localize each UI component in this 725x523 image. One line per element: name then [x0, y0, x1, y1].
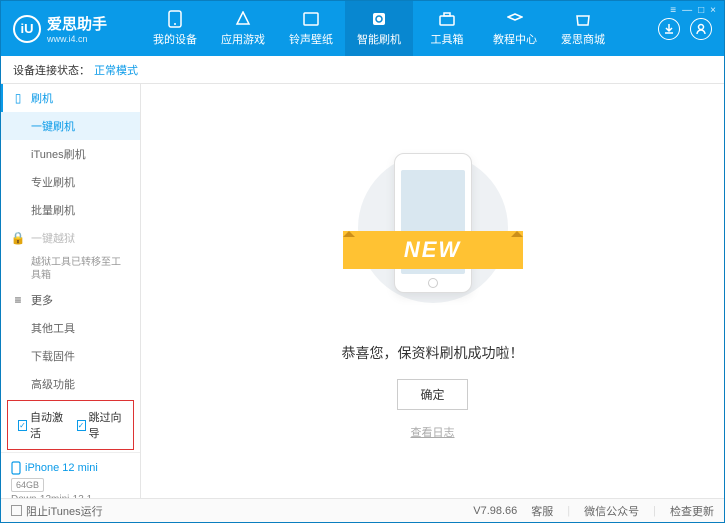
sidebar: ▯ 刷机 一键刷机 iTunes刷机 专业刷机 批量刷机 🔒 一键越狱 越狱工具…: [1, 84, 141, 498]
separator: |: [653, 505, 656, 517]
wechat-link[interactable]: 微信公众号: [584, 503, 639, 519]
content-area: NEW 恭喜您，保资料刷机成功啦！ 确定 查看日志: [141, 84, 724, 498]
tab-label: 教程中心: [493, 31, 537, 47]
logo-icon: iU: [13, 15, 41, 43]
sidebar-item-pro[interactable]: 专业刷机: [1, 168, 140, 196]
nav-tabs: 我的设备 应用游戏 铃声壁纸 智能刷机 工具箱 教程中心 爱思商城: [141, 1, 658, 56]
window-controls: ≡ — □ ×: [670, 5, 716, 16]
tab-label: 爱思商城: [561, 31, 605, 47]
check-icon: ✓: [77, 420, 86, 431]
phone-icon: ▯: [11, 91, 25, 105]
status-mode: 正常模式: [94, 62, 138, 78]
status-bar: 设备连接状态： 正常模式: [1, 56, 724, 84]
menu-icon: ≡: [11, 293, 25, 307]
ok-button[interactable]: 确定: [397, 379, 467, 410]
app-header: iU 爱思助手 www.i4.cn 我的设备 应用游戏 铃声壁纸 智能刷机 工具…: [1, 1, 724, 56]
sidebar-section-more[interactable]: ≡ 更多: [1, 286, 140, 314]
options-row: ✓自动激活 ✓跳过向导: [7, 400, 134, 450]
footer: 阻止iTunes运行 V7.98.66 客服 | 微信公众号 | 检查更新: [1, 498, 724, 522]
device-name: iPhone 12 mini: [11, 461, 130, 475]
status-label: 设备连接状态：: [13, 62, 90, 78]
toolbox-icon: [437, 10, 457, 28]
checkbox-block-itunes[interactable]: [11, 505, 22, 516]
tab-ringtone[interactable]: 铃声壁纸: [277, 1, 345, 56]
wallpaper-icon: [301, 10, 321, 28]
tab-apps[interactable]: 应用游戏: [209, 1, 277, 56]
header-right: [658, 18, 724, 40]
checkbox-label: 跳过向导: [89, 409, 123, 441]
sidebar-item-firmware[interactable]: 下载固件: [1, 342, 140, 370]
tab-tutorial[interactable]: 教程中心: [481, 1, 549, 56]
tab-toolbox[interactable]: 工具箱: [413, 1, 481, 56]
app-icon: [233, 10, 253, 28]
phone-icon: [165, 10, 185, 28]
sidebar-section-flash[interactable]: ▯ 刷机: [1, 84, 140, 112]
section-label: 刷机: [31, 90, 53, 106]
device-capacity: 64GB: [11, 478, 44, 492]
app-name: 爱思助手: [47, 13, 107, 34]
tab-label: 工具箱: [431, 31, 464, 47]
menu-icon[interactable]: ≡: [670, 5, 676, 16]
new-ribbon: NEW: [343, 231, 523, 269]
sidebar-item-other[interactable]: 其他工具: [1, 314, 140, 342]
app-url: www.i4.cn: [47, 34, 107, 44]
device-info[interactable]: iPhone 12 mini 64GB Down-12mini-13,1: [1, 452, 140, 498]
checkbox-label: 自动激活: [30, 409, 64, 441]
update-link[interactable]: 检查更新: [670, 503, 714, 519]
tab-my-device[interactable]: 我的设备: [141, 1, 209, 56]
flash-icon: [369, 10, 389, 28]
sidebar-item-oneclick[interactable]: 一键刷机: [1, 112, 140, 140]
sidebar-item-advanced[interactable]: 高级功能: [1, 370, 140, 398]
tab-flash[interactable]: 智能刷机: [345, 1, 413, 56]
view-log-link[interactable]: 查看日志: [411, 424, 455, 440]
download-button[interactable]: [658, 18, 680, 40]
sidebar-item-itunes[interactable]: iTunes刷机: [1, 140, 140, 168]
tab-label: 我的设备: [153, 31, 197, 47]
logo-area: iU 爱思助手 www.i4.cn: [1, 13, 141, 44]
close-icon[interactable]: ×: [710, 5, 716, 16]
checkbox-auto-activate[interactable]: ✓自动激活: [18, 409, 65, 441]
block-itunes-label: 阻止iTunes运行: [26, 503, 103, 519]
section-label: 一键越狱: [31, 230, 75, 246]
maximize-icon[interactable]: □: [698, 5, 704, 16]
success-illustration: NEW: [353, 143, 513, 323]
minimize-icon[interactable]: —: [682, 5, 692, 16]
tab-store[interactable]: 爱思商城: [549, 1, 617, 56]
separator: |: [567, 505, 570, 517]
service-link[interactable]: 客服: [531, 503, 553, 519]
result-message: 恭喜您，保资料刷机成功啦！: [342, 343, 524, 363]
tab-label: 智能刷机: [357, 31, 401, 47]
version-label: V7.98.66: [473, 505, 517, 517]
jailbreak-note: 越狱工具已转移至工具箱: [1, 252, 140, 286]
check-icon: ✓: [18, 420, 27, 431]
tab-label: 应用游戏: [221, 31, 265, 47]
checkbox-skip-guide[interactable]: ✓跳过向导: [77, 409, 124, 441]
user-button[interactable]: [690, 18, 712, 40]
lock-icon: 🔒: [11, 231, 25, 245]
sidebar-item-batch[interactable]: 批量刷机: [1, 196, 140, 224]
tutorial-icon: [505, 10, 525, 28]
tab-label: 铃声壁纸: [289, 31, 333, 47]
sidebar-section-jailbreak[interactable]: 🔒 一键越狱: [1, 224, 140, 252]
phone-icon: [11, 461, 21, 475]
store-icon: [573, 10, 593, 28]
section-label: 更多: [31, 292, 53, 308]
